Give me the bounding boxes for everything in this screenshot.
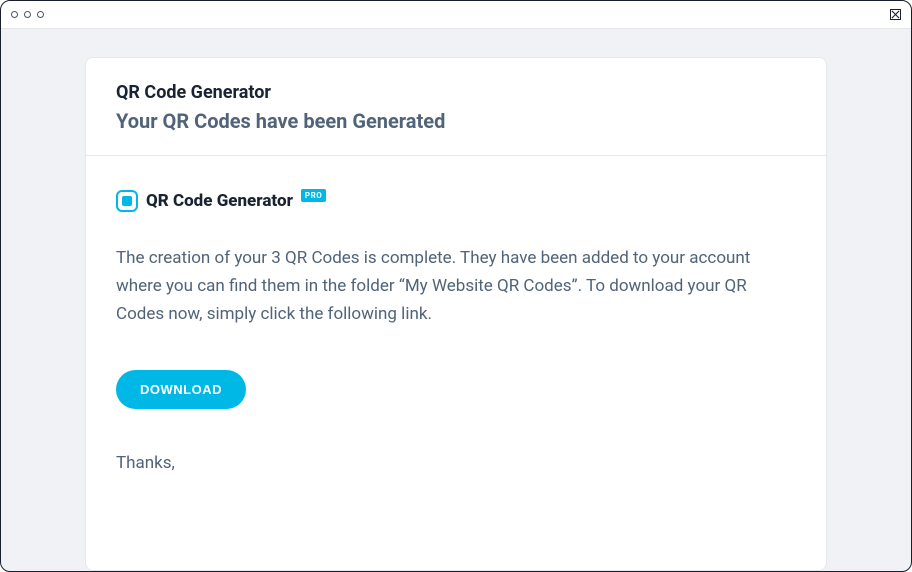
- window-control-dot[interactable]: [37, 11, 44, 18]
- download-button[interactable]: DOWNLOAD: [116, 370, 246, 409]
- window-controls: [11, 11, 44, 18]
- email-card: QR Code Generator Your QR Codes have bee…: [85, 57, 827, 571]
- pro-badge: PRO: [301, 189, 326, 202]
- email-body-text: The creation of your 3 QR Codes is compl…: [116, 244, 756, 328]
- app-window: QR Code Generator Your QR Codes have bee…: [0, 0, 912, 572]
- email-header: QR Code Generator Your QR Codes have bee…: [86, 58, 826, 156]
- email-body: QR Code Generator PRO The creation of yo…: [86, 156, 826, 493]
- qr-logo-icon: [116, 190, 138, 212]
- content-area: QR Code Generator Your QR Codes have bee…: [1, 29, 911, 571]
- logo-text: QR Code Generator: [146, 191, 293, 211]
- logo-row: QR Code Generator PRO: [116, 190, 796, 212]
- window-control-dot[interactable]: [11, 11, 18, 18]
- email-subject: Your QR Codes have been Generated: [116, 109, 796, 133]
- email-sender: QR Code Generator: [116, 82, 796, 103]
- close-icon[interactable]: [890, 9, 901, 20]
- window-titlebar: [1, 1, 911, 29]
- window-control-dot[interactable]: [24, 11, 31, 18]
- email-signoff: Thanks,: [116, 453, 796, 473]
